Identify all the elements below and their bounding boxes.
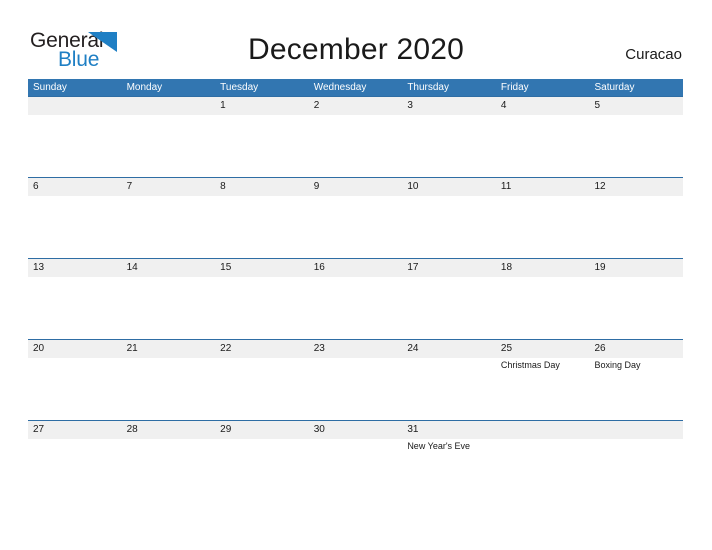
week-row: 6 7 8 9 10 11 12 — [28, 177, 683, 258]
day-cell[interactable]: 2 — [309, 97, 403, 177]
day-event: New Year's Eve — [407, 441, 471, 451]
day-cell[interactable]: 21 — [122, 340, 216, 420]
day-number: 25 — [500, 343, 513, 354]
day-cell[interactable]: 9 — [309, 178, 403, 258]
day-cell[interactable]: 26 Boxing Day — [589, 340, 683, 420]
weekday-header-friday: Friday — [500, 82, 529, 93]
day-number: 17 — [407, 262, 419, 273]
day-number: 19 — [594, 262, 606, 273]
day-cell[interactable]: 7 — [122, 178, 216, 258]
day-cell[interactable] — [28, 97, 122, 177]
day-cell[interactable]: 12 — [589, 178, 683, 258]
day-number: 23 — [313, 343, 325, 354]
week-row: 13 14 15 16 17 18 19 — [28, 258, 683, 339]
day-event: Boxing Day — [594, 360, 641, 370]
day-cell[interactable]: 6 — [28, 178, 122, 258]
day-number: 10 — [407, 181, 419, 192]
day-cell[interactable]: 20 — [28, 340, 122, 420]
week-row: 27 28 29 30 31 New Year's Eve — [28, 420, 683, 501]
day-cell[interactable] — [589, 421, 683, 501]
day-number: 6 — [33, 181, 39, 192]
day-cell[interactable]: 29 — [215, 421, 309, 501]
weekday-header-sunday: Sunday — [33, 82, 67, 93]
day-cell[interactable]: 19 — [589, 259, 683, 339]
day-cell[interactable] — [496, 421, 590, 501]
day-cell[interactable]: 18 — [496, 259, 590, 339]
day-cell[interactable]: 25 Christmas Day — [496, 340, 590, 420]
page-header: General Blue December 2020 Curacao — [0, 0, 712, 78]
weekday-header-row: Sunday Monday Tuesday Wednesday Thursday… — [28, 79, 683, 96]
day-cell[interactable]: 4 — [496, 97, 590, 177]
day-number: 24 — [407, 343, 419, 354]
day-number: 26 — [594, 343, 606, 354]
day-cell[interactable]: 24 — [402, 340, 496, 420]
day-cell[interactable]: 30 — [309, 421, 403, 501]
day-cell[interactable]: 11 — [496, 178, 590, 258]
day-number: 1 — [220, 100, 226, 111]
day-number: 5 — [594, 100, 601, 111]
day-number: 21 — [126, 343, 138, 354]
day-number: 3 — [407, 100, 413, 111]
day-cell[interactable]: 14 — [122, 259, 216, 339]
day-number: 28 — [126, 424, 138, 435]
day-number: 30 — [313, 424, 325, 435]
day-cell[interactable]: 28 — [122, 421, 216, 501]
day-number: 31 — [407, 424, 419, 435]
day-cell[interactable]: 10 — [402, 178, 496, 258]
day-number: 2 — [313, 100, 320, 111]
weekday-header-tuesday: Tuesday — [220, 82, 259, 93]
day-number: 4 — [500, 100, 507, 111]
day-number: 12 — [594, 181, 606, 192]
day-cell[interactable] — [122, 97, 216, 177]
day-number: 11 — [500, 181, 512, 192]
day-cell[interactable]: 27 — [28, 421, 122, 501]
day-number: 27 — [33, 424, 45, 435]
day-number: 16 — [313, 262, 325, 273]
day-cell[interactable]: 31 New Year's Eve — [402, 421, 496, 501]
day-number: 22 — [220, 343, 232, 354]
calendar-page: General Blue December 2020 Curacao Sunda… — [0, 0, 712, 550]
week-row: 20 21 22 23 24 25 Christmas Day 26 Boxin… — [28, 339, 683, 420]
week-row: 1 2 3 4 5 — [28, 96, 683, 177]
weekday-header-thursday: Thursday — [407, 82, 449, 93]
day-cell[interactable]: 23 — [309, 340, 403, 420]
day-number: 8 — [220, 181, 226, 192]
day-event: Christmas Day — [500, 360, 560, 370]
day-number: 20 — [33, 343, 45, 354]
calendar-table: Sunday Monday Tuesday Wednesday Thursday… — [28, 79, 683, 501]
weekday-header-wednesday: Wednesday — [313, 82, 367, 93]
day-number — [594, 421, 683, 439]
day-number: 7 — [126, 181, 133, 192]
day-number — [501, 421, 590, 439]
day-cell[interactable]: 22 — [215, 340, 309, 420]
day-number — [33, 97, 122, 115]
day-number: 18 — [500, 262, 513, 273]
day-number: 15 — [220, 262, 232, 273]
day-number: 14 — [126, 262, 138, 273]
day-number — [127, 97, 216, 115]
day-cell[interactable]: 13 — [28, 259, 122, 339]
day-number: 9 — [313, 181, 320, 192]
day-cell[interactable]: 16 — [309, 259, 403, 339]
page-title: December 2020 — [247, 33, 465, 66]
day-number: 29 — [220, 424, 232, 435]
day-number: 13 — [33, 262, 45, 273]
locale-label: Curacao — [625, 46, 682, 63]
weekday-header-saturday: Saturday — [594, 82, 635, 93]
day-cell[interactable]: 8 — [215, 178, 309, 258]
day-cell[interactable]: 1 — [215, 97, 309, 177]
weekday-header-monday: Monday — [126, 82, 163, 93]
day-cell[interactable]: 17 — [402, 259, 496, 339]
day-cell[interactable]: 15 — [215, 259, 309, 339]
day-cell[interactable]: 3 — [402, 97, 496, 177]
day-cell[interactable]: 5 — [589, 97, 683, 177]
